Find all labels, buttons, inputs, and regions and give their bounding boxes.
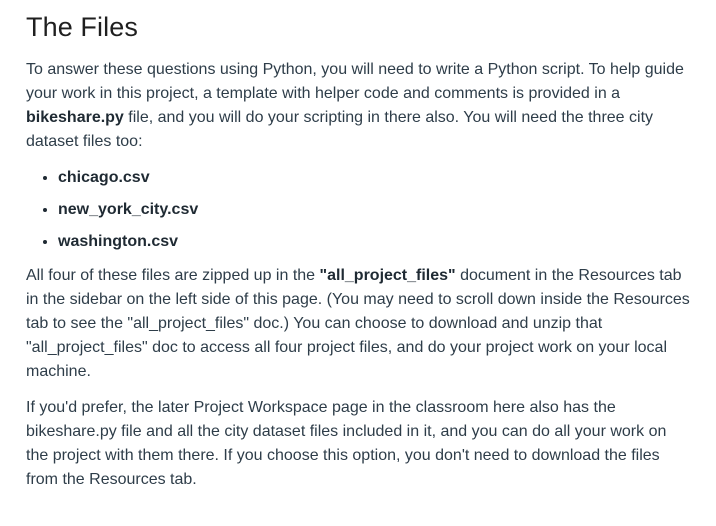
intro-text-start: To answer these questions using Python, … (26, 61, 684, 102)
intro-paragraph: To answer these questions using Python, … (26, 58, 692, 154)
workspace-paragraph: If you'd prefer, the later Project Works… (26, 399, 667, 488)
bikeshare-filename: bikeshare.py (26, 109, 124, 126)
resources-paragraph: All four of these files are zipped up in… (26, 264, 692, 384)
file-list: chicago.csv new_york_city.csv washington… (26, 166, 692, 254)
all-project-files-name: "all_project_files" (319, 267, 456, 284)
content-page: The Files To answer these questions usin… (0, 0, 716, 526)
list-item-washington: washington.csv (58, 230, 692, 254)
list-item-new-york-city: new_york_city.csv (58, 198, 692, 222)
list-item-chicago: chicago.csv (58, 166, 692, 190)
page-title: The Files (26, 12, 138, 42)
resources-text-start: All four of these files are zipped up in… (26, 267, 320, 284)
